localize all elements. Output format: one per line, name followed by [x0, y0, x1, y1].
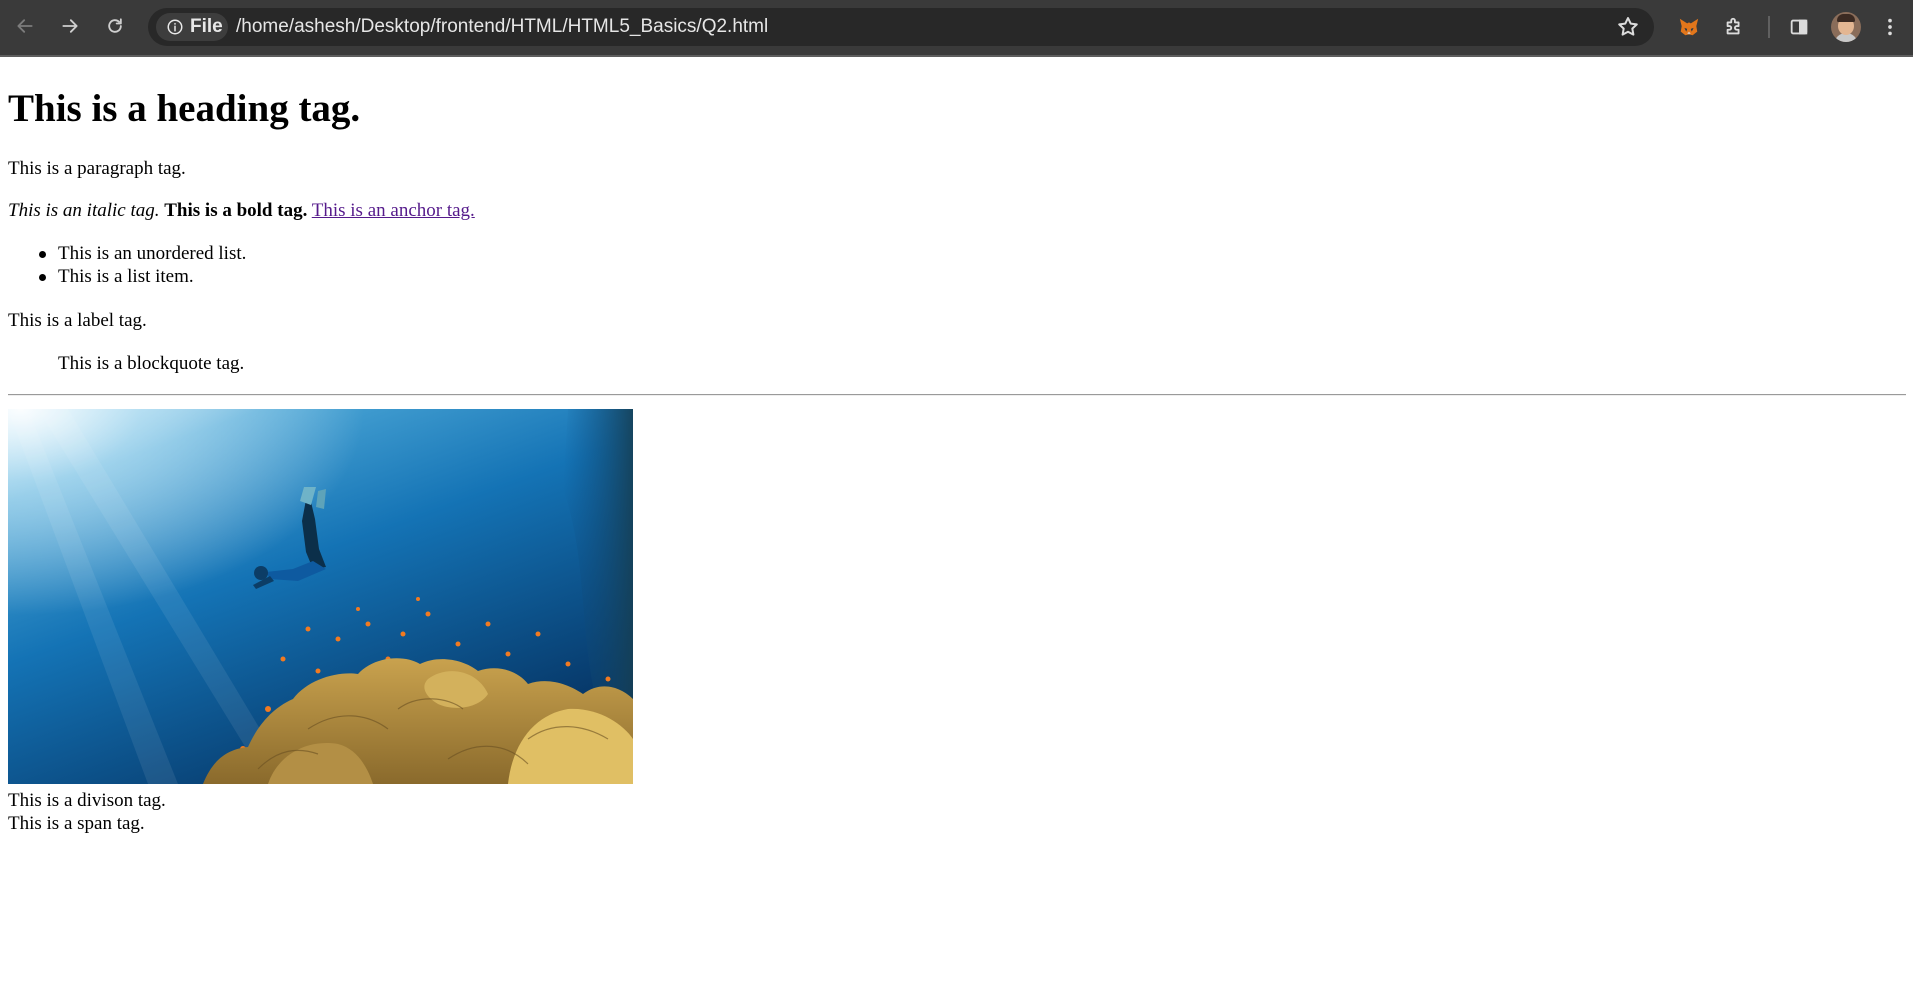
span-text: This is a span tag. — [8, 813, 145, 834]
arrow-left-icon — [17, 19, 33, 33]
star-icon[interactable] — [1616, 15, 1640, 39]
metamask-extension-button[interactable] — [1675, 13, 1703, 41]
division-text: This is a divison tag. — [8, 790, 166, 811]
italic-text: This is an italic tag. — [8, 200, 160, 221]
underwater-freediver-coral-reef-image — [8, 409, 633, 784]
list-item: This is an unordered list. — [8, 242, 246, 265]
horizontal-rule — [8, 394, 1906, 396]
inline-formatting-line: This is an italic tag. This is a bold ta… — [8, 199, 475, 222]
reload-button[interactable] — [100, 11, 130, 41]
reload-icon — [108, 18, 122, 33]
label-text: This is a label tag. — [8, 310, 147, 331]
paragraph-text: This is a paragraph tag. — [8, 158, 186, 179]
page-heading: This is a heading tag. — [8, 87, 361, 130]
info-icon — [167, 19, 183, 35]
address-bar[interactable]: File /home/ashesh/Desktop/frontend/HTML/… — [148, 8, 1654, 46]
arrow-right-icon — [62, 19, 78, 33]
toolbar-separator — [1768, 16, 1770, 38]
metamask-fox-icon — [1679, 18, 1699, 36]
browser-toolbar: File /home/ashesh/Desktop/frontend/HTML/… — [0, 0, 1913, 57]
blockquote-text: This is a blockquote tag. — [58, 353, 245, 374]
extensions-button[interactable] — [1720, 13, 1748, 41]
site-info-chip[interactable]: File — [156, 13, 228, 41]
anchor-link[interactable]: This is an anchor tag. — [312, 200, 475, 221]
unordered-list: This is an unordered list. This is a lis… — [8, 242, 246, 288]
avatar[interactable] — [1831, 12, 1861, 42]
list-item: This is a list item. — [8, 265, 246, 288]
scheme-label: File — [190, 16, 223, 37]
bold-text: This is a bold tag. — [164, 200, 308, 221]
url-text[interactable]: /home/ashesh/Desktop/frontend/HTML/HTML5… — [236, 16, 768, 38]
side-panel-icon — [1790, 19, 1808, 35]
side-panel-button[interactable] — [1785, 13, 1813, 41]
forward-button[interactable] — [55, 11, 85, 41]
puzzle-icon — [1726, 17, 1740, 35]
browser-menu-button[interactable] — [1876, 13, 1904, 41]
avatar-hair — [1837, 14, 1855, 22]
back-button[interactable] — [10, 11, 40, 41]
kebab-menu-icon — [1888, 18, 1892, 36]
